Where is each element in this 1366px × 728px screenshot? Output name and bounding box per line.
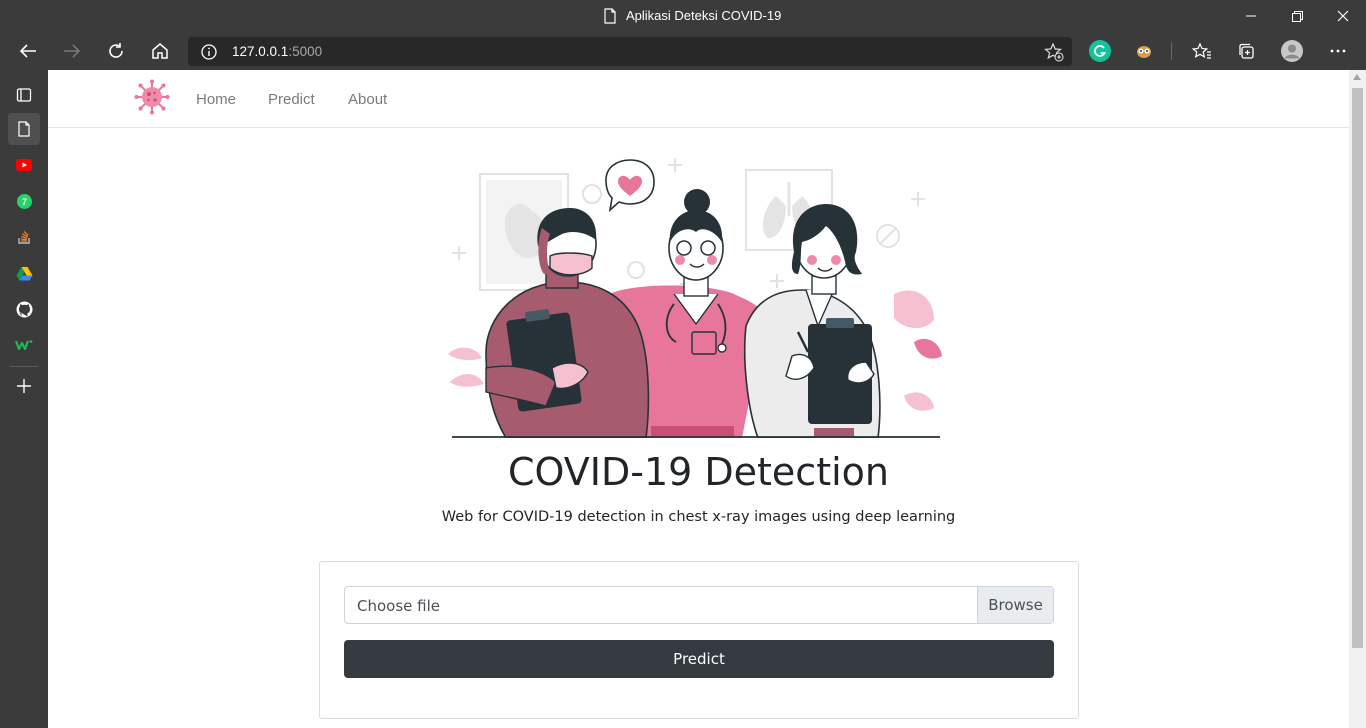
nav-link-home[interactable]: Home xyxy=(196,91,236,108)
scroll-up-arrow-icon[interactable] xyxy=(1353,74,1361,80)
owl-icon xyxy=(1137,46,1151,58)
minimize-icon xyxy=(1246,15,1256,17)
favorites-icon xyxy=(1192,42,1211,59)
google-drive-icon xyxy=(16,266,32,280)
sidebar-github[interactable] xyxy=(8,293,40,325)
add-icon xyxy=(17,379,31,393)
close-button[interactable] xyxy=(1320,0,1366,32)
nav-link-predict[interactable]: Predict xyxy=(268,91,315,108)
page-scrollbar[interactable] xyxy=(1349,70,1366,728)
collections-button[interactable] xyxy=(1230,36,1262,66)
page-title: COVID-19 Detection xyxy=(508,450,889,494)
browse-button[interactable]: Browse xyxy=(977,587,1053,623)
forward-button[interactable] xyxy=(56,36,88,66)
restore-icon xyxy=(1291,10,1303,22)
window-title: Aplikasi Deteksi COVID-19 xyxy=(626,8,782,23)
settings-more-button[interactable] xyxy=(1322,36,1354,66)
page-icon xyxy=(18,121,30,137)
svg-text:7: 7 xyxy=(21,197,26,207)
stackoverflow-icon xyxy=(17,231,30,244)
tab-actions-icon xyxy=(16,88,32,102)
url-host: 127.0.0.1 xyxy=(232,44,289,59)
document-icon xyxy=(604,8,616,24)
forward-arrow-icon xyxy=(64,44,81,58)
sidebar-divider xyxy=(10,366,38,367)
sidebar-tab-actions[interactable] xyxy=(8,79,40,111)
site-info-icon[interactable] xyxy=(200,43,218,61)
url-port: :5000 xyxy=(288,44,323,59)
grammarly-g-icon xyxy=(1094,45,1106,57)
page-subtitle: Web for COVID-19 detection in chest x-ra… xyxy=(441,509,956,525)
avatar-icon xyxy=(1281,40,1303,62)
home-icon xyxy=(152,43,168,59)
nav-link-about[interactable]: About xyxy=(348,91,387,108)
refresh-button[interactable] xyxy=(100,36,132,66)
home-button[interactable] xyxy=(144,36,176,66)
close-icon xyxy=(1337,10,1349,22)
file-input[interactable]: Choose file Browse xyxy=(344,586,1054,624)
whatsapp-icon: 7 xyxy=(16,193,32,209)
collections-icon xyxy=(1239,43,1254,59)
restore-button[interactable] xyxy=(1274,0,1320,32)
refresh-icon xyxy=(109,43,123,58)
toolbar-divider xyxy=(1171,42,1172,60)
browser-sidebar: 7 xyxy=(0,70,48,728)
sidebar-stackoverflow[interactable] xyxy=(8,221,40,253)
sidebar-whatsapp[interactable]: 7 xyxy=(8,185,40,217)
back-arrow-icon xyxy=(19,44,36,58)
favorites-button[interactable] xyxy=(1186,36,1218,66)
sidebar-youtube[interactable] xyxy=(8,149,40,181)
add-favorite-icon[interactable] xyxy=(1044,42,1064,62)
sidebar-google-drive[interactable] xyxy=(8,257,40,289)
back-button[interactable] xyxy=(12,36,44,66)
file-input-label: Choose file xyxy=(357,597,440,615)
minimize-button[interactable] xyxy=(1228,0,1274,32)
sidebar-add-button[interactable] xyxy=(8,370,40,402)
virus-logo-icon[interactable] xyxy=(134,79,170,115)
profile-button[interactable] xyxy=(1276,36,1308,66)
youtube-icon xyxy=(16,159,32,171)
doctors-illustration xyxy=(448,158,942,438)
site-navbar: Home Predict About xyxy=(48,70,1349,128)
github-icon xyxy=(16,301,32,317)
sidebar-current-page[interactable] xyxy=(8,113,40,145)
scrollbar-thumb[interactable] xyxy=(1352,88,1363,648)
browser-toolbar: 127.0.0.1:5000 xyxy=(0,32,1366,70)
sidebar-w-app[interactable] xyxy=(8,329,40,361)
page-viewport: Home Predict About COVID-19 Detection We… xyxy=(48,70,1366,728)
grammarly-extension-icon[interactable] xyxy=(1089,40,1111,62)
url-text: 127.0.0.1:5000 xyxy=(232,44,322,59)
more-dots-icon xyxy=(1330,49,1346,53)
upload-card: Choose file Browse Predict xyxy=(319,561,1079,719)
address-bar[interactable]: 127.0.0.1:5000 xyxy=(188,37,1072,66)
predict-button[interactable]: Predict xyxy=(344,640,1054,678)
title-bar: Aplikasi Deteksi COVID-19 xyxy=(0,0,1366,32)
owl-extension-icon[interactable] xyxy=(1133,40,1155,62)
w-logo-icon xyxy=(15,340,33,351)
